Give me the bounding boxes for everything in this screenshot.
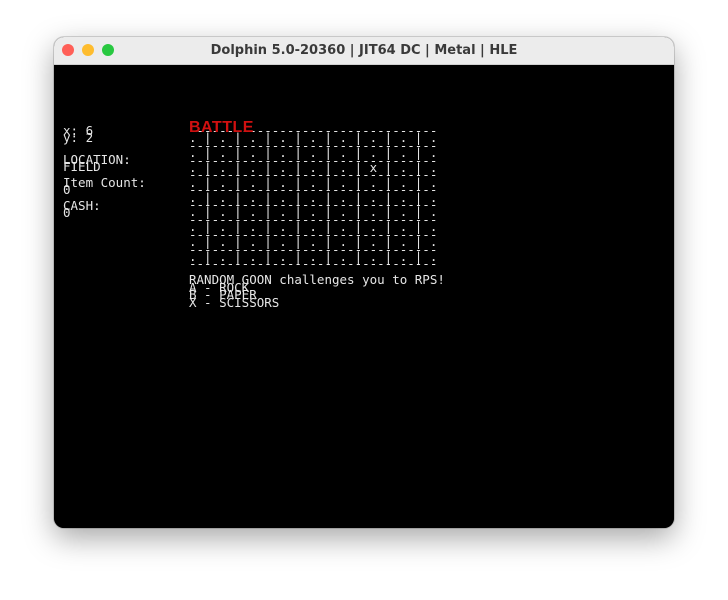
hud-y: y: 2 [63, 130, 94, 145]
location-value: FIELD [63, 159, 101, 174]
option-scissors: X - SCISSORS [189, 295, 280, 310]
battle-title: BATTLE [189, 119, 254, 136]
window-title: Dolphin 5.0-20360 | JIT64 DC | Metal | H… [210, 43, 518, 58]
emulator-window: Dolphin 5.0-20360 | JIT64 DC | Metal | H… [54, 37, 674, 528]
item-count-label: Item Count: [63, 175, 146, 190]
cash-value: 0 [63, 205, 71, 220]
item-count-value: 0 [63, 182, 71, 197]
title-bar[interactable]: Dolphin 5.0-20360 | JIT64 DC | Metal | H… [54, 37, 674, 65]
game-screen[interactable]: x: 6 y: 2 LOCATION: FIELD Item Count: 0 … [54, 65, 674, 528]
grid-separator: --------------------------------- [189, 256, 438, 272]
map-grid: ---------------------------------. | . |… [189, 124, 438, 272]
